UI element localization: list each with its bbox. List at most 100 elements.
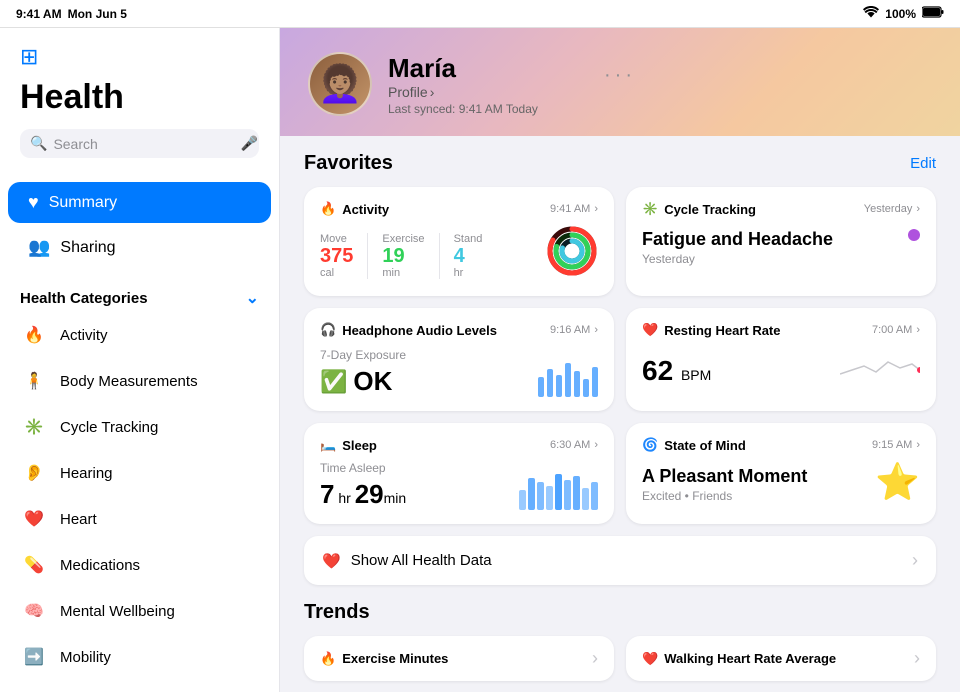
profile-link-label: Profile [388,84,428,100]
trends-title: Trends [304,601,370,624]
bar-5 [574,371,580,397]
heart-rate-card-label: Resting Heart Rate [664,323,780,338]
health-categories-label: Health Categories [20,290,148,307]
sleep-bar-1 [519,490,526,510]
body-measurements-icon: 🧍 [20,367,48,395]
move-unit: cal [320,267,353,279]
headphone-card-header: 🎧 Headphone Audio Levels 9:16 AM › [320,322,598,338]
search-bar: 🔍 🎤 [20,129,259,158]
health-categories-header[interactable]: Health Categories ⌄ [0,278,279,312]
show-all-health-data[interactable]: ❤️ Show All Health Data › [304,536,936,585]
trend-exercise-chevron: › [592,648,598,669]
search-input[interactable] [53,136,234,152]
ok-status: ✅ OK [320,366,406,397]
cycle-dot [908,229,920,241]
cycle-chevron: › [916,203,920,215]
mobility-label: Mobility [60,649,111,666]
sidebar-item-medications[interactable]: 💊 Medications [0,542,279,588]
trend-heart-icon: ❤️ [642,651,658,667]
nav-item-summary[interactable]: ♥ Summary [8,182,271,223]
sharing-icon: 👥 [28,237,50,258]
heart-rate-time-value: 7:00 AM [872,324,912,336]
sidebar-item-heart[interactable]: ❤️ Heart [0,496,279,542]
activity-card-title: 🔥 Activity [320,201,389,217]
sleep-hr-label: hr [334,490,354,506]
show-all-chevron: › [912,550,918,571]
sleep-card-title: 🛏️ Sleep [320,437,377,453]
date-display: Mon Jun 5 [68,7,127,21]
headphone-card-time: 9:16 AM › [550,324,598,336]
stand-label: Stand [454,233,483,245]
trend-walking-heart-rate[interactable]: ❤️ Walking Heart Rate Average › [626,636,936,681]
sleep-card-icon: 🛏️ [320,437,336,453]
profile-link[interactable]: Profile › [388,84,538,100]
stand-unit: hr [454,267,483,279]
wifi-icon [863,6,879,21]
sidebar-item-activity[interactable]: 🔥 Activity [0,312,279,358]
cards-grid: 🔥 Activity 9:41 AM › Move 375 [304,187,936,524]
move-label: Move [320,233,353,245]
state-of-mind-card[interactable]: 🌀 State of Mind 9:15 AM › A Pleasant Mom… [626,423,936,524]
hearing-label: Hearing [60,465,113,482]
sidebar-item-mobility[interactable]: ➡️ Mobility [0,634,279,680]
more-options-button[interactable]: ··· [604,58,636,87]
sidebar-item-body-measurements[interactable]: 🧍 Body Measurements [0,358,279,404]
show-all-label: Show All Health Data [351,552,492,569]
sleep-card[interactable]: 🛏️ Sleep 6:30 AM › Time Asleep 7 hr 29 [304,423,614,524]
sidebar-item-cycle-tracking[interactable]: ✳️ Cycle Tracking [0,404,279,450]
mind-time-value: 9:15 AM [872,439,912,451]
cycle-sub: Yesterday [642,252,833,266]
trend-exercise-minutes[interactable]: 🔥 Exercise Minutes › [304,636,614,681]
show-all-icon: ❤️ [322,552,341,570]
cycle-tracking-card[interactable]: ✳️ Cycle Tracking Yesterday › Fatigue an… [626,187,936,296]
headphone-time-value: 9:16 AM [550,324,590,336]
trend-exercise-icon: 🔥 [320,651,336,667]
sidebar-item-hearing[interactable]: 👂 Hearing [0,450,279,496]
activity-ring [546,225,598,282]
avatar[interactable]: 👩🏽‍🦱 [308,52,372,116]
mind-chevron: › [916,439,920,451]
cycle-card-header: ✳️ Cycle Tracking Yesterday › [642,201,920,217]
headphone-card[interactable]: 🎧 Headphone Audio Levels 9:16 AM › 7-Day… [304,308,614,411]
sidebar-item-mental-wellbeing[interactable]: 🧠 Mental Wellbeing [0,588,279,634]
trends-row: 🔥 Exercise Minutes › ❤️ Walking Heart Ra… [304,636,936,681]
sidebar-item-nutrition[interactable]: 🍎 Nutrition [0,680,279,692]
trends-title-row: Trends [304,601,936,624]
sleep-card-time: 6:30 AM › [550,439,598,451]
headphone-card-icon: 🎧 [320,322,336,338]
headphone-chevron: › [594,324,598,336]
headphone-card-label: Headphone Audio Levels [342,323,497,338]
edit-button[interactable]: Edit [910,155,936,172]
cycle-card-icon: ✳️ [642,201,658,217]
activity-card[interactable]: 🔥 Activity 9:41 AM › Move 375 [304,187,614,296]
mental-wellbeing-icon: 🧠 [20,597,48,625]
sleep-bar-7 [573,476,580,510]
mind-card-time: 9:15 AM › [872,439,920,451]
favorites-title-row: Favorites Edit [304,152,936,175]
star-mood-icon: ⭐ [875,461,920,503]
move-value: 375 [320,245,353,267]
sleep-time-value: 6:30 AM [550,439,590,451]
cycle-card-time: Yesterday › [864,203,920,215]
show-all-left: ❤️ Show All Health Data [322,552,492,570]
battery-icon [922,6,944,21]
exercise-metric: Exercise 19 min [382,233,439,279]
heart-rate-card[interactable]: ❤️ Resting Heart Rate 7:00 AM › 62 BPM [626,308,936,411]
medications-label: Medications [60,557,140,574]
profile-link-chevron: › [430,84,435,100]
sidebar-toggle-icon[interactable]: ⊞ [20,44,38,69]
sleep-card-label: Sleep [342,438,377,453]
heart-rate-mini-chart [840,346,920,387]
medications-icon: 💊 [20,551,48,579]
activity-label: Activity [60,327,108,344]
summary-label: Summary [49,194,117,212]
ok-text: OK [353,366,392,397]
sleep-bar-2 [528,478,535,510]
status-bar: 9:41 AM Mon Jun 5 100% [0,0,960,28]
cycle-tracking-icon: ✳️ [20,413,48,441]
profile-info: María Profile › Last synced: 9:41 AM Tod… [388,53,538,116]
sleep-min-label: min [384,490,407,506]
nav-item-sharing[interactable]: 👥 Sharing [8,227,271,268]
microphone-icon[interactable]: 🎤 [240,135,257,152]
heart-rate-unit: BPM [681,367,711,383]
